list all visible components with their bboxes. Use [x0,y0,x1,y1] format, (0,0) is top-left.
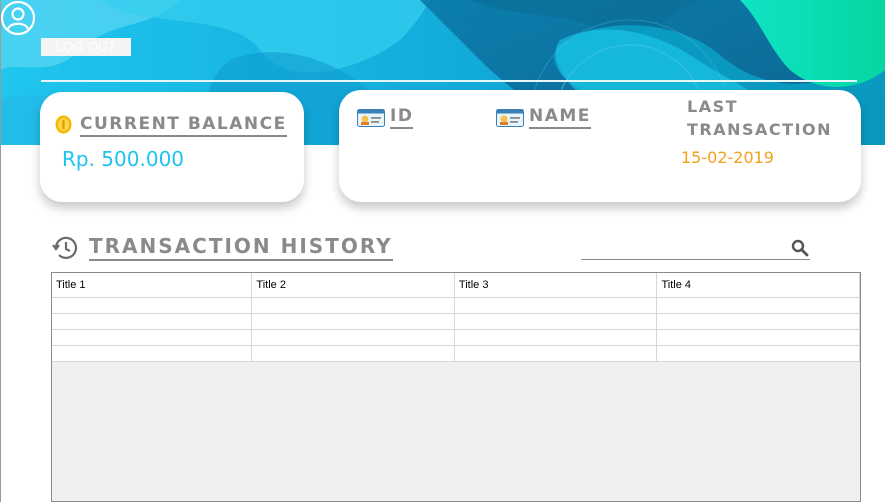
history-title: TRANSACTION HISTORY [89,234,393,261]
window-border [0,0,1,502]
transaction-table: Title 1 Title 2 Title 3 Title 4 [52,273,860,362]
header-divider [41,80,857,82]
balance-label-text: CURRENT BALANCE [80,114,287,137]
table-cell[interactable] [454,313,658,330]
table-row[interactable] [52,297,860,314]
table-cell[interactable] [454,329,658,346]
table-cell[interactable] [251,329,455,346]
balance-value: Rp. 500.000 [62,147,185,171]
column-header-1[interactable]: Title 1 [52,273,253,298]
table-cell[interactable] [454,297,658,314]
table-row[interactable] [52,345,860,362]
user-circle-icon[interactable] [0,0,36,36]
logout-button[interactable]: LOG OUT [41,38,131,56]
table-cell[interactable] [251,345,455,362]
column-header-2[interactable]: Title 2 [251,273,455,298]
id-label-text: ID [390,106,414,129]
search-underline [581,259,810,260]
table-cell[interactable] [454,345,658,362]
table-cell[interactable] [52,329,253,346]
table-cell[interactable] [656,329,860,346]
table-cell[interactable] [251,313,455,330]
balance-card: CURRENT BALANCE Rp. 500.000 [40,92,304,202]
id-card-icon [357,109,385,127]
last-transaction-label-line2: TRANSACTION [687,120,833,139]
last-transaction-value: 15-02-2019 [681,148,774,167]
table-header-row: Title 1 Title 2 Title 3 Title 4 [52,273,860,298]
last-transaction-label: LAST TRANSACTION [687,95,832,141]
table-row[interactable] [52,329,860,346]
table-cell[interactable] [656,297,860,314]
table-cell[interactable] [656,345,860,362]
app-window: LOG OUT CURRENT BALANCE Rp. 500.000 ID N… [0,0,885,502]
search-icon[interactable] [791,239,809,257]
table-cell[interactable] [52,345,253,362]
coin-icon [55,115,72,134]
id-card-icon [496,109,524,127]
table-cell[interactable] [656,313,860,330]
history-title-text: TRANSACTION HISTORY [89,234,393,261]
column-header-3[interactable]: Title 3 [454,273,658,298]
table-cell[interactable] [251,297,455,314]
history-clock-icon [52,236,78,259]
name-label-text: NAME [529,106,591,129]
table-cell[interactable] [52,313,253,330]
search-input[interactable] [581,238,785,260]
column-header-4[interactable]: Title 4 [656,273,860,298]
last-transaction-label-line1: LAST [687,97,739,116]
id-label: ID [390,106,414,129]
account-info-card: ID NAME LAST TRANSACTION 15-02-2019 [339,90,861,202]
table-row[interactable] [52,313,860,330]
balance-label: CURRENT BALANCE [80,114,287,137]
transaction-table-container[interactable]: Title 1 Title 2 Title 3 Title 4 [51,272,861,502]
name-label: NAME [529,106,591,129]
table-cell[interactable] [52,297,253,314]
